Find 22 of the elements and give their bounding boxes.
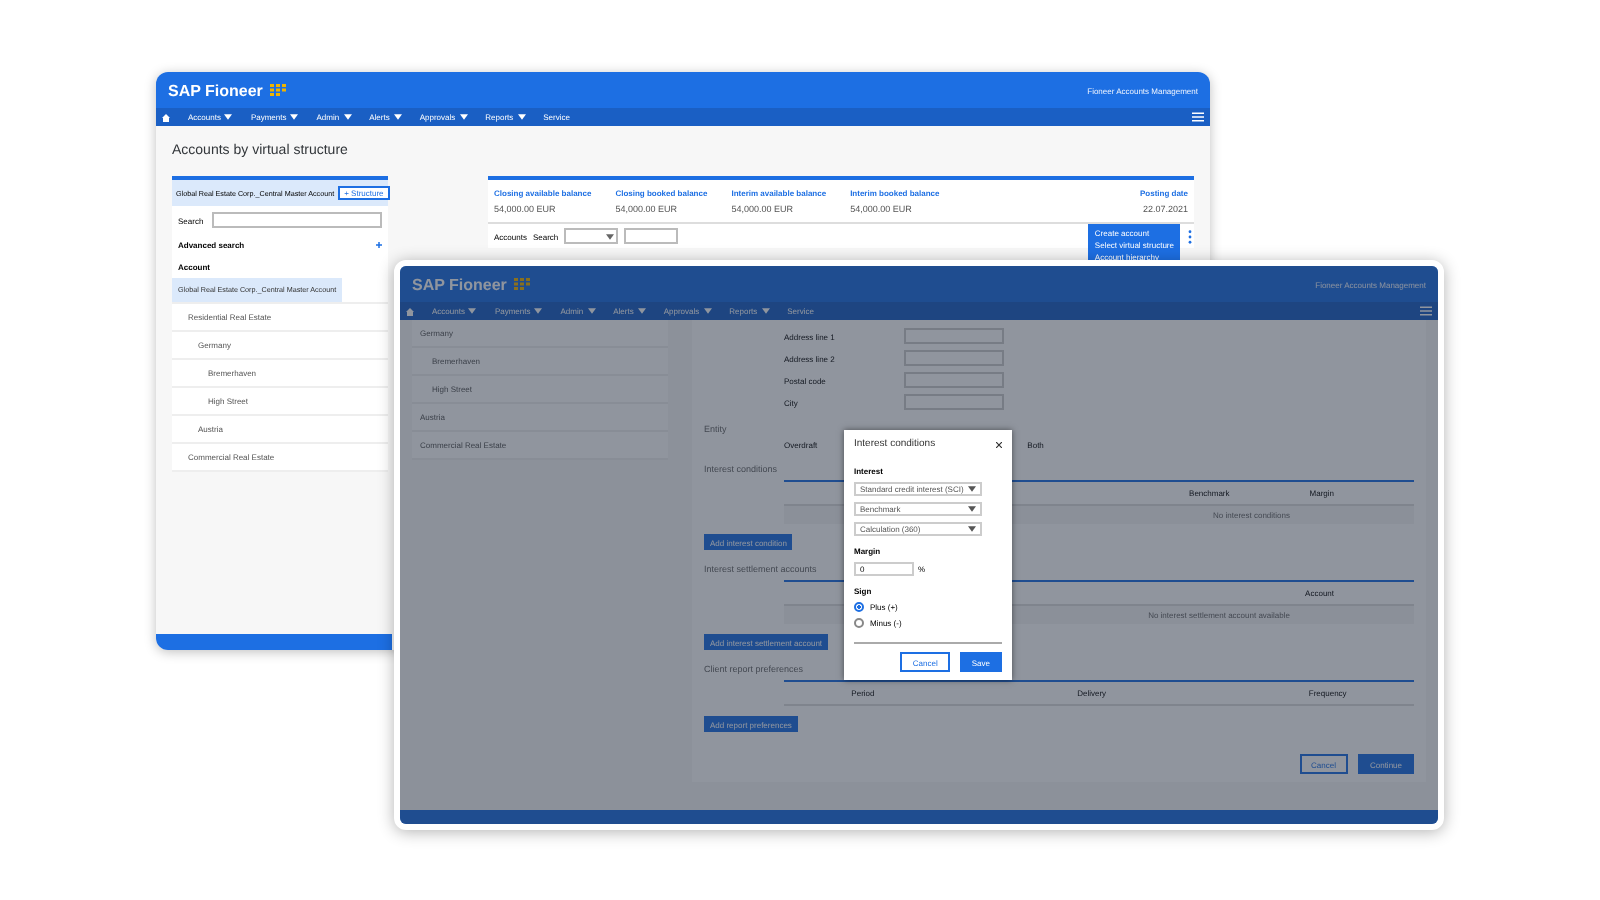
- input-field[interactable]: [904, 394, 1004, 410]
- home-icon: [162, 113, 170, 121]
- plus-icon: [376, 242, 382, 248]
- grid-logo-icon: [270, 84, 287, 96]
- search-field[interactable]: [211, 212, 382, 228]
- input-field[interactable]: [904, 350, 1004, 366]
- close-icon: [996, 441, 1002, 447]
- radio-button[interactable]: [854, 618, 864, 628]
- menu-icon: [1192, 112, 1204, 122]
- radio-button[interactable]: [854, 602, 864, 612]
- input-field[interactable]: [904, 328, 1004, 344]
- menu-icon: [1420, 306, 1432, 316]
- grid-logo-icon: [514, 278, 531, 290]
- caret-icon: [968, 506, 976, 512]
- search-field[interactable]: [624, 228, 679, 244]
- input-field[interactable]: [904, 372, 1004, 388]
- caret-icon: [968, 486, 976, 492]
- home-icon: [406, 307, 414, 315]
- brand-logo: SAP Fioneer: [168, 81, 263, 99]
- filter-dropdown[interactable]: [564, 228, 619, 244]
- caret-icon: [606, 233, 615, 239]
- brand-logo: SAP Fioneer: [412, 275, 507, 293]
